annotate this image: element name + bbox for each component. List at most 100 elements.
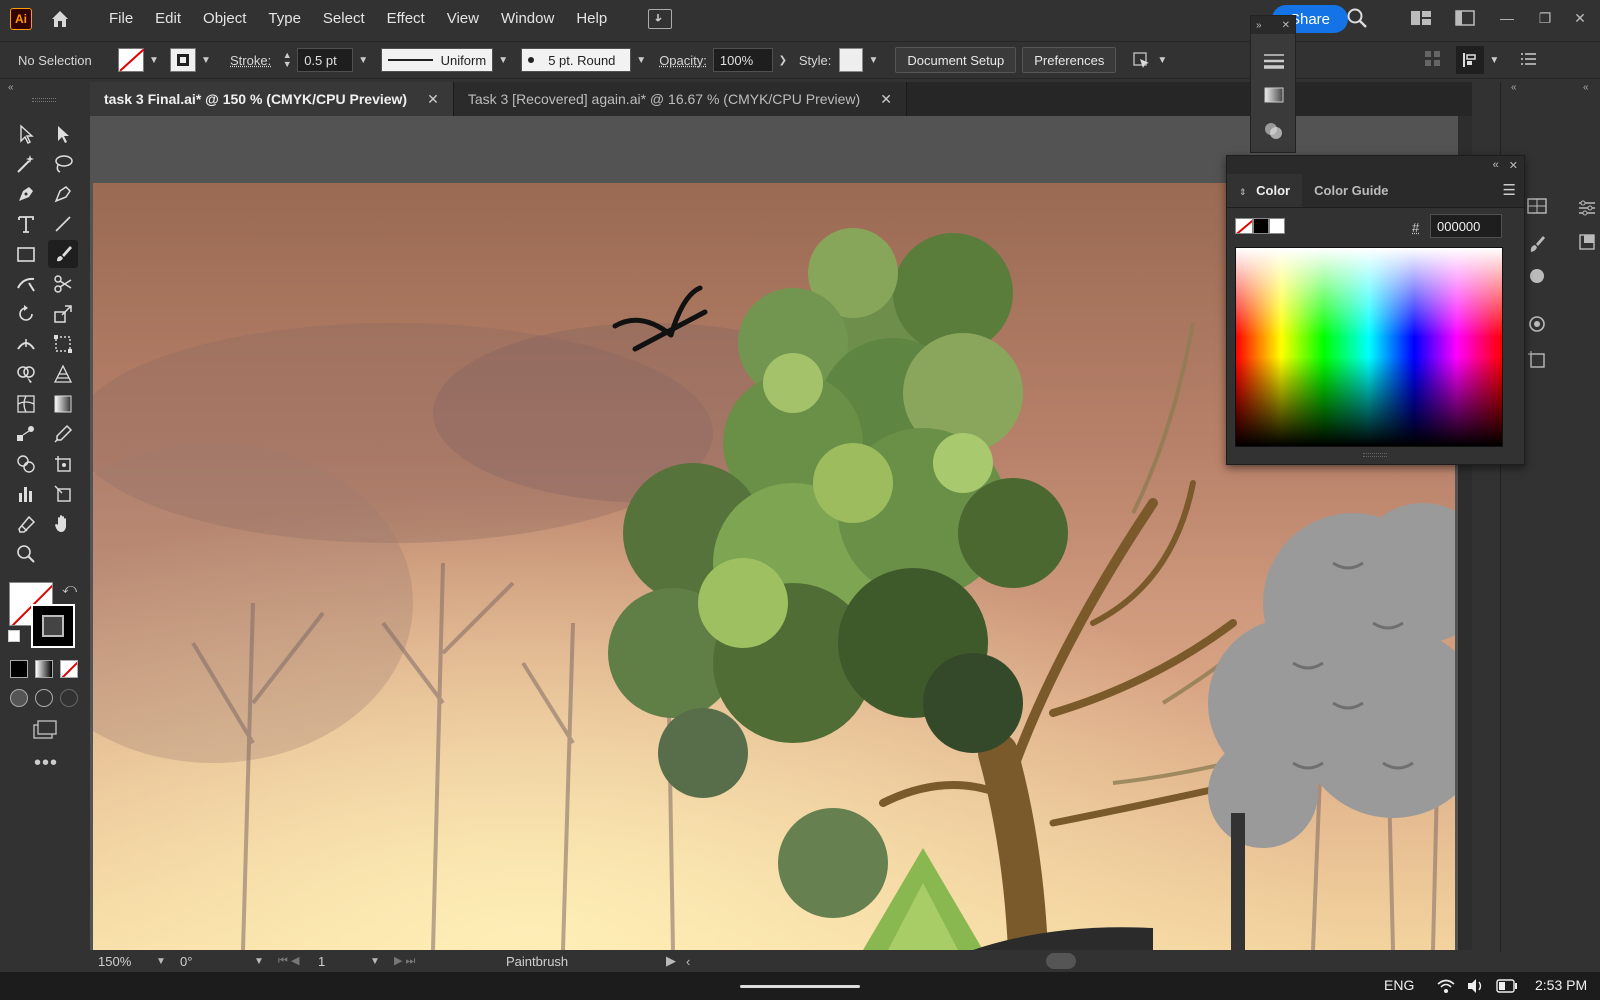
draw-normal-icon[interactable] [10, 689, 28, 707]
gradient-panel-icon[interactable] [1263, 86, 1285, 104]
close-color-panel-icon[interactable]: ✕ [1509, 159, 1518, 172]
draw-inside-icon[interactable] [60, 689, 78, 707]
document-setup-button[interactable]: Document Setup [895, 47, 1017, 73]
close-tab-icon[interactable]: ✕ [427, 91, 439, 108]
rotation-field[interactable]: 0° [180, 954, 254, 969]
direct-selection-tool-icon[interactable] [48, 120, 78, 148]
column-graph-tool-icon[interactable] [11, 480, 41, 508]
stroke-stepper-icon[interactable]: ▲ ▼ [277, 48, 297, 72]
profile-dropdown-icon[interactable]: ▼ [493, 48, 513, 72]
rotate-tool-icon[interactable] [11, 300, 41, 328]
rotation-dropdown-icon[interactable]: ▼ [254, 956, 278, 967]
slice-tool-icon[interactable] [48, 480, 78, 508]
zoom-tool-icon[interactable] [11, 540, 41, 568]
panel-resize-grip[interactable] [1363, 453, 1387, 457]
white-swatch[interactable] [1269, 218, 1285, 234]
artboard-dropdown-icon[interactable]: ▼ [370, 956, 394, 967]
menu-type[interactable]: Type [257, 0, 312, 37]
edit-toolbar-icon[interactable]: ••• [34, 752, 58, 775]
workspace-layout-icon[interactable] [1410, 10, 1432, 29]
status-menu-icon[interactable]: ▶ [666, 953, 686, 969]
menu-effect[interactable]: Effect [376, 0, 436, 37]
collapse-dock-icon[interactable]: « [1511, 82, 1517, 93]
preferences-button[interactable]: Preferences [1022, 47, 1117, 73]
shaper-tool-icon[interactable] [11, 270, 41, 298]
free-transform-tool-icon[interactable] [48, 330, 78, 358]
stroke-weight-dropdown-icon[interactable]: ▼ [353, 48, 373, 72]
artboards-panel-icon[interactable] [1527, 350, 1549, 370]
last-artboard-icon[interactable]: ▶ ⏭ [394, 954, 506, 968]
menu-file[interactable]: File [98, 0, 144, 37]
toolbar-grip[interactable] [32, 98, 56, 102]
close-tab-icon[interactable]: ✕ [880, 91, 892, 108]
none-mode-icon[interactable] [60, 660, 78, 678]
rectangle-tool-icon[interactable] [11, 240, 41, 268]
zoom-dropdown-icon[interactable]: ▼ [156, 956, 180, 967]
none-swatch[interactable] [1235, 218, 1253, 234]
color-options-icon[interactable]: ⇕ [1239, 187, 1247, 197]
stroke-panel-icon[interactable] [1263, 52, 1285, 70]
tab-task3-recovered[interactable]: Task 3 [Recovered] again.ai* @ 16.67 % (… [453, 82, 907, 116]
selection-tool-icon[interactable] [11, 120, 41, 148]
fill-dropdown-icon[interactable]: ▼ [144, 48, 164, 72]
minimize-icon[interactable]: — [1493, 6, 1521, 30]
hand-tool-icon[interactable] [48, 510, 78, 538]
stroke-dropdown-icon[interactable]: ▼ [196, 48, 216, 72]
hex-input[interactable]: 000000 [1430, 214, 1502, 238]
menu-object[interactable]: Object [192, 0, 257, 37]
brush-dropdown-icon[interactable]: ▼ [631, 48, 651, 72]
opacity-label[interactable]: Opacity: [659, 53, 707, 68]
paintbrush-tool-icon[interactable] [48, 240, 78, 268]
graphic-style-swatch[interactable] [839, 48, 864, 72]
volume-icon[interactable] [1466, 977, 1486, 998]
gradient-mode-icon[interactable] [35, 660, 53, 678]
color-panel-menu-icon[interactable]: ☰ [1503, 174, 1524, 207]
stroke-swatch[interactable] [170, 48, 196, 72]
libraries-icon[interactable] [1527, 198, 1549, 216]
artboard-tool-icon[interactable] [48, 450, 78, 478]
zoom-field[interactable]: 150% [98, 954, 156, 969]
menu-help[interactable]: Help [565, 0, 618, 37]
default-colors-icon[interactable] [8, 630, 20, 642]
align-panel-icon[interactable] [1456, 46, 1485, 74]
lasso-tool-icon[interactable] [48, 150, 78, 178]
collapse-color-panel-icon[interactable]: « [1493, 159, 1499, 171]
scroll-left-icon[interactable]: ‹ [686, 954, 706, 969]
collapse-toolbar-icon[interactable]: « [8, 82, 14, 93]
type-tool-icon[interactable] [11, 210, 41, 238]
menu-window[interactable]: Window [490, 0, 565, 37]
gradient-tool-icon[interactable] [48, 390, 78, 418]
variable-width-profile[interactable]: Uniform [381, 48, 494, 72]
wifi-icon[interactable] [1436, 977, 1456, 998]
fill-swatch[interactable] [118, 48, 144, 72]
gpu-performance-icon[interactable] [648, 8, 673, 29]
transparency-panel-icon[interactable] [1263, 120, 1285, 142]
swap-fill-stroke-icon[interactable]: ⤺ [62, 580, 77, 597]
screen-mode-icon[interactable] [32, 720, 58, 740]
width-tool-icon[interactable] [11, 330, 41, 358]
menu-edit[interactable]: Edit [144, 0, 192, 37]
puppet-warp-icon[interactable] [1130, 49, 1152, 71]
language-indicator[interactable]: ENG [1384, 977, 1414, 993]
puppet-dropdown-icon[interactable]: ▼ [1152, 48, 1172, 72]
black-swatch[interactable] [1253, 218, 1269, 234]
restore-icon[interactable]: ❐ [1531, 6, 1559, 30]
control-menu-icon[interactable] [1520, 50, 1540, 70]
close-mini-dock-icon[interactable]: ✕ [1282, 20, 1290, 31]
panel-toggle-icon[interactable] [1455, 10, 1475, 29]
eraser-tool-icon[interactable] [11, 510, 41, 538]
clock[interactable]: 2:53 PM [1535, 977, 1587, 993]
color-spectrum[interactable] [1235, 247, 1503, 447]
close-window-icon[interactable]: ✕ [1566, 6, 1594, 30]
menu-view[interactable]: View [436, 0, 490, 37]
horizontal-scrollbar-thumb[interactable] [1046, 953, 1076, 969]
style-dropdown-icon[interactable]: ▼ [863, 48, 883, 72]
curvature-tool-icon[interactable] [48, 180, 78, 208]
symbols-icon[interactable] [1527, 266, 1549, 286]
tab-color[interactable]: ⇕ Color [1227, 174, 1303, 207]
artboard-number-field[interactable]: 1 [318, 954, 370, 969]
opacity-input[interactable]: 100% [712, 48, 773, 72]
line-segment-tool-icon[interactable] [48, 210, 78, 238]
home-icon[interactable] [48, 7, 72, 31]
collapse-dock-right-icon[interactable]: « [1583, 82, 1589, 93]
